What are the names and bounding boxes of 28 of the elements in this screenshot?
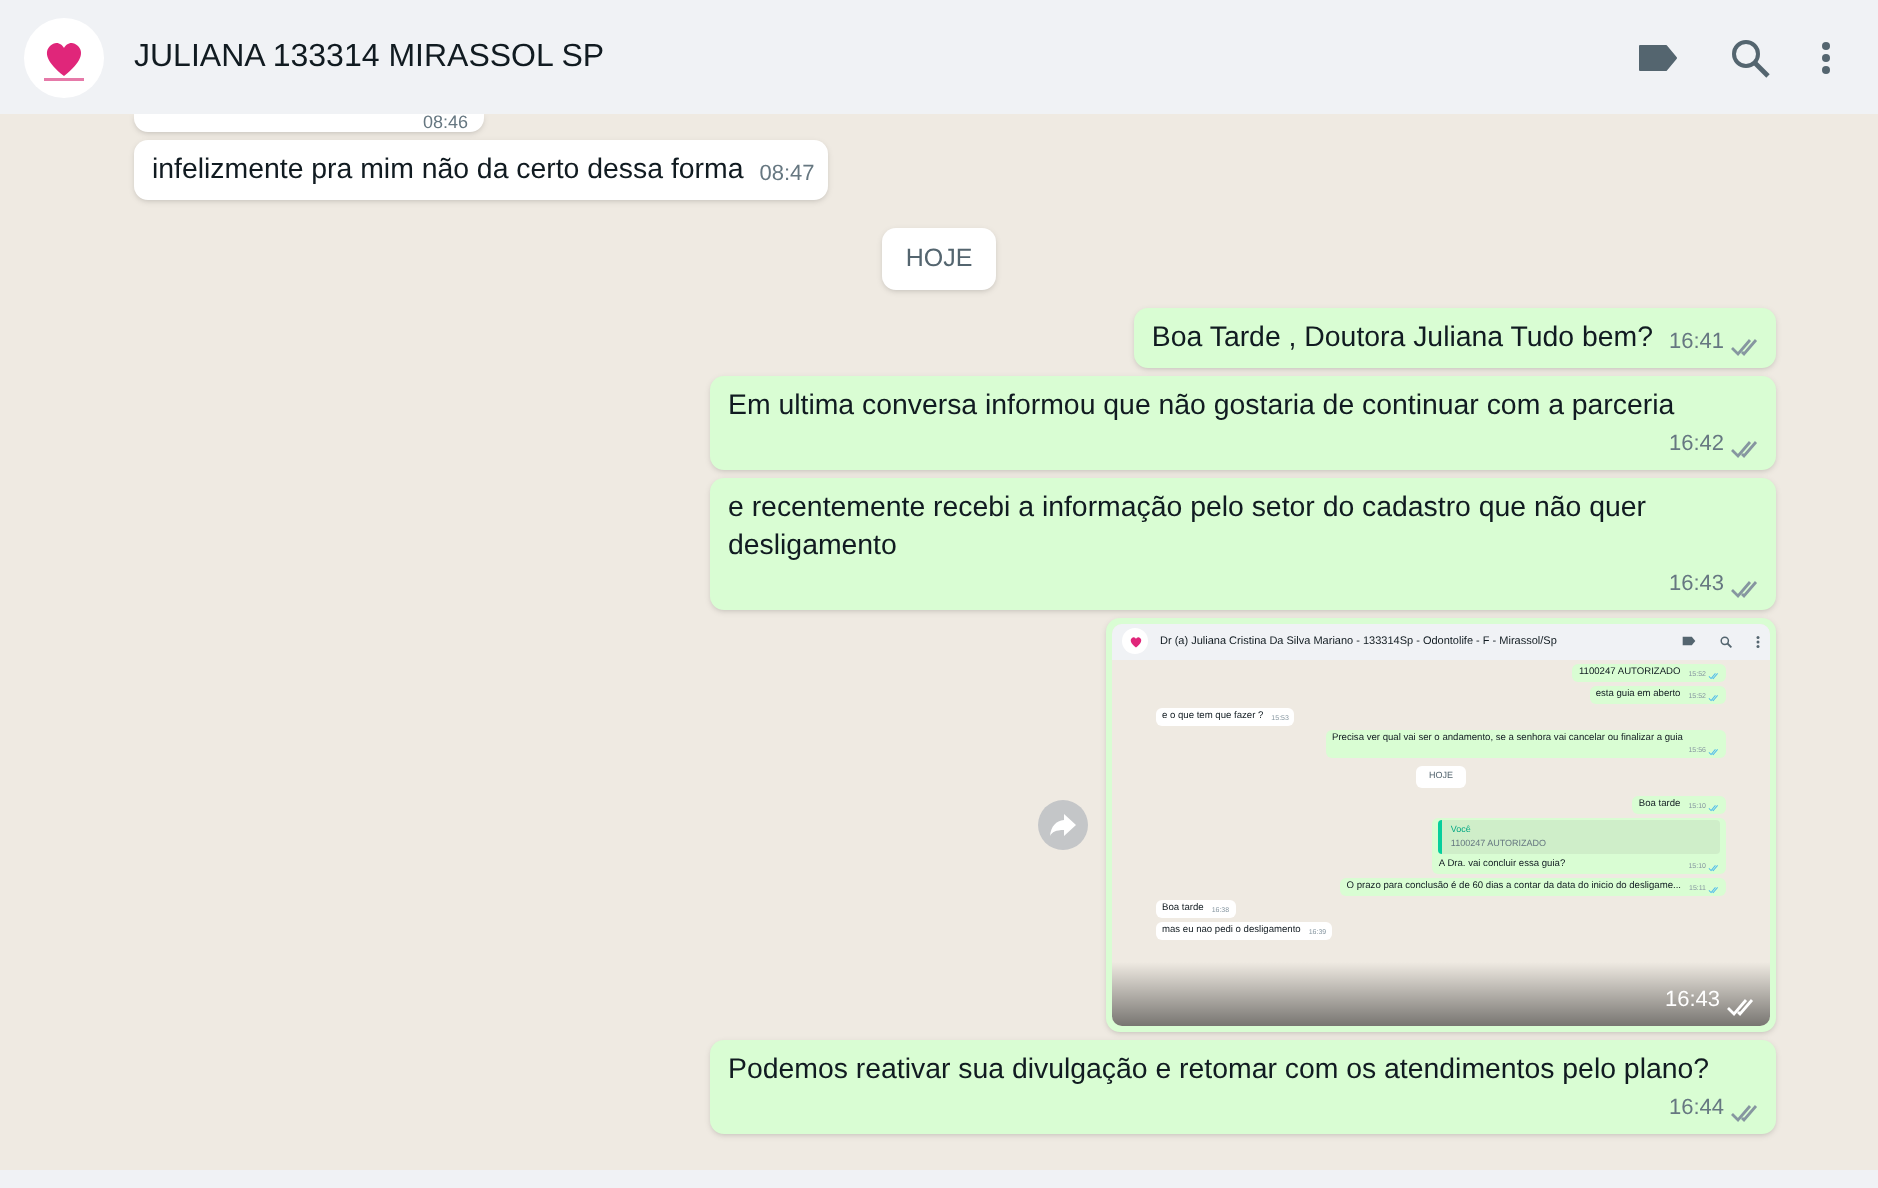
message-text: Em ultima conversa informou que não gostaria de continuar com a parceria: [728, 387, 1675, 426]
double-check-icon: [1708, 671, 1720, 680]
message-time: 16:41: [1668, 327, 1724, 358]
double-check-icon: [1708, 693, 1720, 702]
message-text: Boa Tarde , Doutora Juliana Tudo bem?: [1151, 319, 1653, 358]
double-check-icon: [1708, 748, 1720, 756]
forward-arrow-icon: [1050, 813, 1076, 836]
search-icon[interactable]: [1730, 37, 1770, 77]
message-time: 16:44: [1668, 1093, 1724, 1124]
double-check-icon: [1708, 864, 1720, 873]
search-icon: [1720, 635, 1732, 648]
label-icon[interactable]: [1638, 43, 1678, 71]
double-check-icon: [1708, 886, 1720, 895]
menu-icon[interactable]: [1822, 41, 1830, 73]
message-text: infelizmente pra mim não da certo dessa forma: [152, 152, 744, 190]
heart-logo-icon: [1127, 633, 1143, 650]
contact-avatar[interactable]: [24, 17, 104, 97]
label-icon: [1682, 636, 1696, 647]
message-time: 16:43: [1668, 569, 1724, 600]
contact-name: JULIANA 133314 MIRASSOL SP: [134, 37, 605, 77]
message-text: e recentemente recebi a informação pelo setor do cadastro que não quer desligamento: [728, 489, 1649, 566]
double-check-icon: [1708, 803, 1720, 812]
message-text: Podemos reativar sua divulgação e retomar com os atendimentos pelo plano?: [728, 1051, 1710, 1090]
message-time: 08:46: [422, 114, 468, 132]
message-time: 16:42: [1668, 429, 1724, 460]
message-time: 08:47: [759, 160, 815, 190]
message-time: 16:43: [1664, 986, 1720, 1017]
date-badge: HOJE: [881, 228, 997, 290]
